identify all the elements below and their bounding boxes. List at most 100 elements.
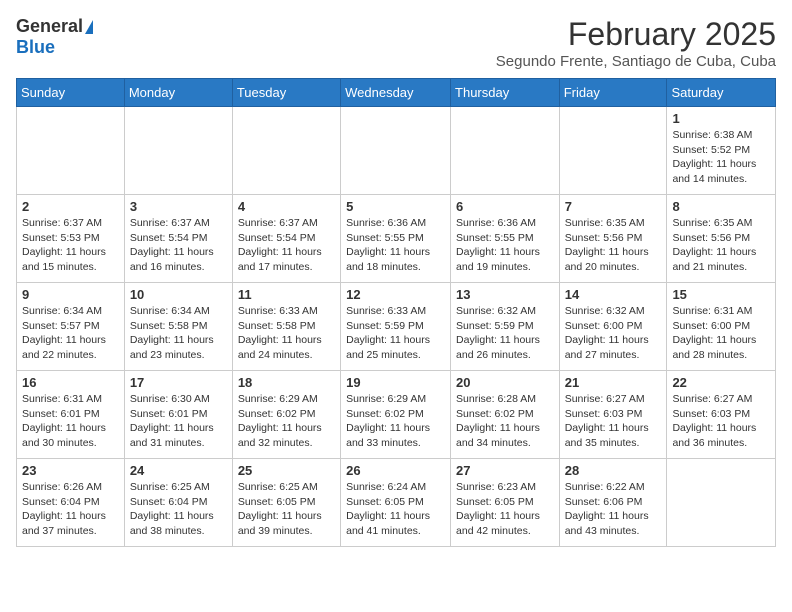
day-cell: 23 Sunrise: 6:26 AMSunset: 6:04 PMDayligh… — [17, 459, 125, 547]
day-number: 22 — [672, 375, 770, 390]
weekday-header-friday: Friday — [559, 79, 667, 107]
day-number: 26 — [346, 463, 445, 478]
day-info: Sunrise: 6:35 AMSunset: 5:56 PMDaylight:… — [672, 216, 770, 275]
day-cell: 16 Sunrise: 6:31 AMSunset: 6:01 PMDayligh… — [17, 371, 125, 459]
day-cell — [17, 107, 125, 195]
day-cell: 18Sunrise: 6:29 AMSunset: 6:02 PMDayligh… — [232, 371, 340, 459]
day-cell: 12 Sunrise: 6:33 AMSunset: 5:59 PMDayligh… — [341, 283, 451, 371]
month-title: February 2025 — [496, 16, 776, 53]
week-row-3: 9 Sunrise: 6:34 AMSunset: 5:57 PMDaylight… — [17, 283, 776, 371]
logo-icon — [85, 20, 93, 34]
day-info: Sunrise: 6:32 AMSunset: 5:59 PMDaylight:… — [456, 304, 554, 363]
week-row-2: 2 Sunrise: 6:37 AMSunset: 5:53 PMDaylight… — [17, 195, 776, 283]
day-number: 8 — [672, 199, 770, 214]
day-cell: 13 Sunrise: 6:32 AMSunset: 5:59 PMDayligh… — [451, 283, 560, 371]
day-info: Sunrise: 6:29 AMSunset: 6:02 PMDaylight:… — [238, 392, 335, 451]
day-info: Sunrise: 6:38 AMSunset: 5:52 PMDaylight:… — [672, 128, 770, 187]
day-info: Sunrise: 6:33 AMSunset: 5:58 PMDaylight:… — [238, 304, 335, 363]
day-number: 27 — [456, 463, 554, 478]
day-info: Sunrise: 6:25 AMSunset: 6:05 PMDaylight:… — [238, 480, 335, 539]
day-cell: 19 Sunrise: 6:29 AMSunset: 6:02 PMDayligh… — [341, 371, 451, 459]
day-cell: 26 Sunrise: 6:24 AMSunset: 6:05 PMDayligh… — [341, 459, 451, 547]
day-cell: 9 Sunrise: 6:34 AMSunset: 5:57 PMDaylight… — [17, 283, 125, 371]
day-info: Sunrise: 6:32 AMSunset: 6:00 PMDaylight:… — [565, 304, 662, 363]
day-cell — [232, 107, 340, 195]
day-info: Sunrise: 6:37 AMSunset: 5:54 PMDaylight:… — [238, 216, 335, 275]
day-number: 7 — [565, 199, 662, 214]
weekday-header-monday: Monday — [124, 79, 232, 107]
weekday-header-saturday: Saturday — [667, 79, 776, 107]
day-cell: 24Sunrise: 6:25 AMSunset: 6:04 PMDayligh… — [124, 459, 232, 547]
day-cell: 25 Sunrise: 6:25 AMSunset: 6:05 PMDayligh… — [232, 459, 340, 547]
weekday-header-thursday: Thursday — [451, 79, 560, 107]
day-number: 6 — [456, 199, 554, 214]
day-cell: 7 Sunrise: 6:35 AMSunset: 5:56 PMDaylight… — [559, 195, 667, 283]
day-info: Sunrise: 6:31 AMSunset: 6:00 PMDaylight:… — [672, 304, 770, 363]
day-info: Sunrise: 6:34 AMSunset: 5:58 PMDaylight:… — [130, 304, 227, 363]
weekday-header-row: SundayMondayTuesdayWednesdayThursdayFrid… — [17, 79, 776, 107]
day-cell: 3 Sunrise: 6:37 AMSunset: 5:54 PMDaylight… — [124, 195, 232, 283]
day-info: Sunrise: 6:29 AMSunset: 6:02 PMDaylight:… — [346, 392, 445, 451]
day-cell: 6 Sunrise: 6:36 AMSunset: 5:55 PMDaylight… — [451, 195, 560, 283]
day-number: 25 — [238, 463, 335, 478]
day-cell: 27 Sunrise: 6:23 AMSunset: 6:05 PMDayligh… — [451, 459, 560, 547]
day-cell: 2 Sunrise: 6:37 AMSunset: 5:53 PMDaylight… — [17, 195, 125, 283]
day-cell — [451, 107, 560, 195]
day-info: Sunrise: 6:36 AMSunset: 5:55 PMDaylight:… — [456, 216, 554, 275]
day-info: Sunrise: 6:23 AMSunset: 6:05 PMDaylight:… — [456, 480, 554, 539]
location-title: Segundo Frente, Santiago de Cuba, Cuba — [496, 53, 776, 70]
day-cell: 22 Sunrise: 6:27 AMSunset: 6:03 PMDayligh… — [667, 371, 776, 459]
day-number: 14 — [565, 287, 662, 302]
day-cell: 4Sunrise: 6:37 AMSunset: 5:54 PMDaylight… — [232, 195, 340, 283]
day-info: Sunrise: 6:27 AMSunset: 6:03 PMDaylight:… — [672, 392, 770, 451]
day-number: 12 — [346, 287, 445, 302]
day-info: Sunrise: 6:24 AMSunset: 6:05 PMDaylight:… — [346, 480, 445, 539]
day-info: Sunrise: 6:34 AMSunset: 5:57 PMDaylight:… — [22, 304, 119, 363]
day-cell — [667, 459, 776, 547]
logo-general-text: General — [16, 16, 83, 37]
day-cell — [341, 107, 451, 195]
day-info: Sunrise: 6:35 AMSunset: 5:56 PMDaylight:… — [565, 216, 662, 275]
day-info: Sunrise: 6:37 AMSunset: 5:53 PMDaylight:… — [22, 216, 119, 275]
day-cell: 20 Sunrise: 6:28 AMSunset: 6:02 PMDayligh… — [451, 371, 560, 459]
day-number: 13 — [456, 287, 554, 302]
weekday-header-sunday: Sunday — [17, 79, 125, 107]
day-cell — [559, 107, 667, 195]
day-cell: 8 Sunrise: 6:35 AMSunset: 5:56 PMDaylight… — [667, 195, 776, 283]
day-number: 21 — [565, 375, 662, 390]
day-info: Sunrise: 6:30 AMSunset: 6:01 PMDaylight:… — [130, 392, 227, 451]
day-number: 28 — [565, 463, 662, 478]
day-number: 20 — [456, 375, 554, 390]
day-number: 23 — [22, 463, 119, 478]
day-number: 11 — [238, 287, 335, 302]
day-cell: 21Sunrise: 6:27 AMSunset: 6:03 PMDayligh… — [559, 371, 667, 459]
day-cell: 17 Sunrise: 6:30 AMSunset: 6:01 PMDayligh… — [124, 371, 232, 459]
day-cell: 15Sunrise: 6:31 AMSunset: 6:00 PMDayligh… — [667, 283, 776, 371]
day-cell: 10 Sunrise: 6:34 AMSunset: 5:58 PMDayligh… — [124, 283, 232, 371]
day-info: Sunrise: 6:37 AMSunset: 5:54 PMDaylight:… — [130, 216, 227, 275]
logo: General Blue — [16, 16, 93, 58]
day-cell: 14 Sunrise: 6:32 AMSunset: 6:00 PMDayligh… — [559, 283, 667, 371]
day-number: 5 — [346, 199, 445, 214]
day-info: Sunrise: 6:33 AMSunset: 5:59 PMDaylight:… — [346, 304, 445, 363]
day-info: Sunrise: 6:26 AMSunset: 6:04 PMDaylight:… — [22, 480, 119, 539]
header: General Blue February 2025 Segundo Frent… — [16, 16, 776, 70]
week-row-5: 23 Sunrise: 6:26 AMSunset: 6:04 PMDayligh… — [17, 459, 776, 547]
day-number: 10 — [130, 287, 227, 302]
weekday-header-wednesday: Wednesday — [341, 79, 451, 107]
day-number: 2 — [22, 199, 119, 214]
day-number: 9 — [22, 287, 119, 302]
day-cell: 5Sunrise: 6:36 AMSunset: 5:55 PMDaylight… — [341, 195, 451, 283]
week-row-4: 16 Sunrise: 6:31 AMSunset: 6:01 PMDayligh… — [17, 371, 776, 459]
day-number: 16 — [22, 375, 119, 390]
day-cell: 11 Sunrise: 6:33 AMSunset: 5:58 PMDayligh… — [232, 283, 340, 371]
weekday-header-tuesday: Tuesday — [232, 79, 340, 107]
day-cell: 1 Sunrise: 6:38 AMSunset: 5:52 PMDaylight… — [667, 107, 776, 195]
day-number: 19 — [346, 375, 445, 390]
day-cell — [124, 107, 232, 195]
day-number: 1 — [672, 111, 770, 126]
day-number: 17 — [130, 375, 227, 390]
day-info: Sunrise: 6:28 AMSunset: 6:02 PMDaylight:… — [456, 392, 554, 451]
day-info: Sunrise: 6:31 AMSunset: 6:01 PMDaylight:… — [22, 392, 119, 451]
day-number: 3 — [130, 199, 227, 214]
